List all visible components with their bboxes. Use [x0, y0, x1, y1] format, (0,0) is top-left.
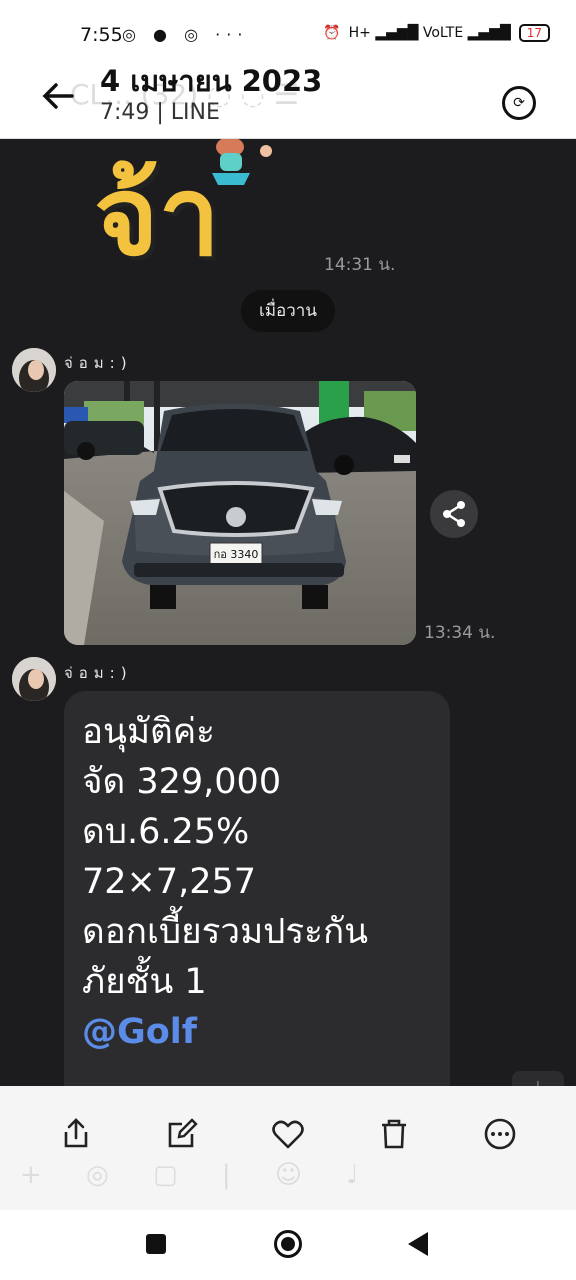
share-icon	[64, 1118, 88, 1148]
avatar[interactable]	[12, 348, 56, 392]
rotate-icon[interactable]: ⟳	[502, 86, 536, 120]
share-icon	[443, 501, 465, 527]
ghost-input-bar: + ◎ ▢ | ☺ ♩	[20, 1160, 377, 1190]
message-bubble[interactable]: อนุมัติค่ะ จัด 329,000 ดบ.6.25% 72×7,257…	[64, 691, 450, 1086]
sticker-time: 14:31 น.	[324, 255, 396, 275]
message-line: จัด 329,000	[82, 762, 282, 802]
home-icon[interactable]	[274, 1230, 302, 1258]
date-separator: เมื่อวาน	[241, 290, 335, 332]
sender-name: จ่อม:)	[64, 354, 133, 372]
signal-icon: H+ ▂▄▆█ VoLTE ▂▄▆█	[348, 25, 511, 41]
more-action-button[interactable]	[480, 1114, 520, 1154]
alarm-icon: ⏰	[323, 25, 341, 41]
more-icon	[484, 1118, 516, 1150]
action-bar: + ◎ ▢ | ☺ ♩	[0, 1086, 576, 1210]
scroll-down-button[interactable]: ↓	[512, 1071, 564, 1086]
edit-action-button[interactable]	[162, 1114, 202, 1154]
trash-icon	[382, 1119, 406, 1149]
notification-icons: ◎ ● ◎ ···	[122, 25, 249, 44]
message-line: ภัยชั้น 1	[82, 962, 207, 1002]
avatar[interactable]	[12, 657, 56, 701]
chat-area[interactable]: จ้า 14:31 น. เมื่อวาน จ่อม:) กอ 3340 13:…	[0, 139, 576, 1086]
sticker-girl-icon	[212, 139, 272, 185]
status-bar: 7:55 ◎ ● ◎ ··· ⏰ H+ ▂▄▆█ VoLTE ▂▄▆█ 17	[0, 0, 576, 58]
status-time: 7:55	[80, 24, 123, 46]
message-line: 72×7,257	[82, 862, 257, 902]
delete-action-button[interactable]	[374, 1114, 414, 1154]
sender-name: จ่อม:)	[64, 664, 133, 682]
car-photo[interactable]: กอ 3340	[64, 381, 416, 645]
back-arrow-icon[interactable]	[40, 76, 76, 116]
battery-icon: 17	[518, 24, 550, 42]
share-action-button[interactable]	[56, 1114, 96, 1154]
heart-icon	[272, 1120, 304, 1149]
message-line: ดบ.6.25%	[82, 812, 250, 852]
edit-icon	[168, 1118, 198, 1148]
message-time: 13:34 น.	[424, 623, 496, 643]
back-triangle-icon[interactable]	[408, 1232, 428, 1256]
header-subtitle: 7:49 | LINE	[100, 100, 220, 125]
license-plate: กอ 3340	[214, 548, 259, 561]
share-button[interactable]	[430, 490, 478, 538]
status-right: ⏰ H+ ▂▄▆█ VoLTE ▂▄▆█ 17	[323, 24, 550, 42]
message-line: อนุมัติค่ะ	[82, 712, 215, 752]
date-title: 4 เมษายน 2023	[100, 64, 323, 98]
system-nav-bar	[0, 1210, 576, 1280]
mention-link[interactable]: @Golf	[82, 1007, 450, 1057]
like-action-button[interactable]	[268, 1114, 308, 1154]
recents-icon[interactable]	[146, 1234, 166, 1254]
viewer-header: CL... (32) ◌ ◌ ☰ 4 เมษายน 2023 7:49 | LI…	[0, 58, 576, 139]
message-line: ดอกเบี้ยรวมประกัน	[82, 912, 369, 952]
